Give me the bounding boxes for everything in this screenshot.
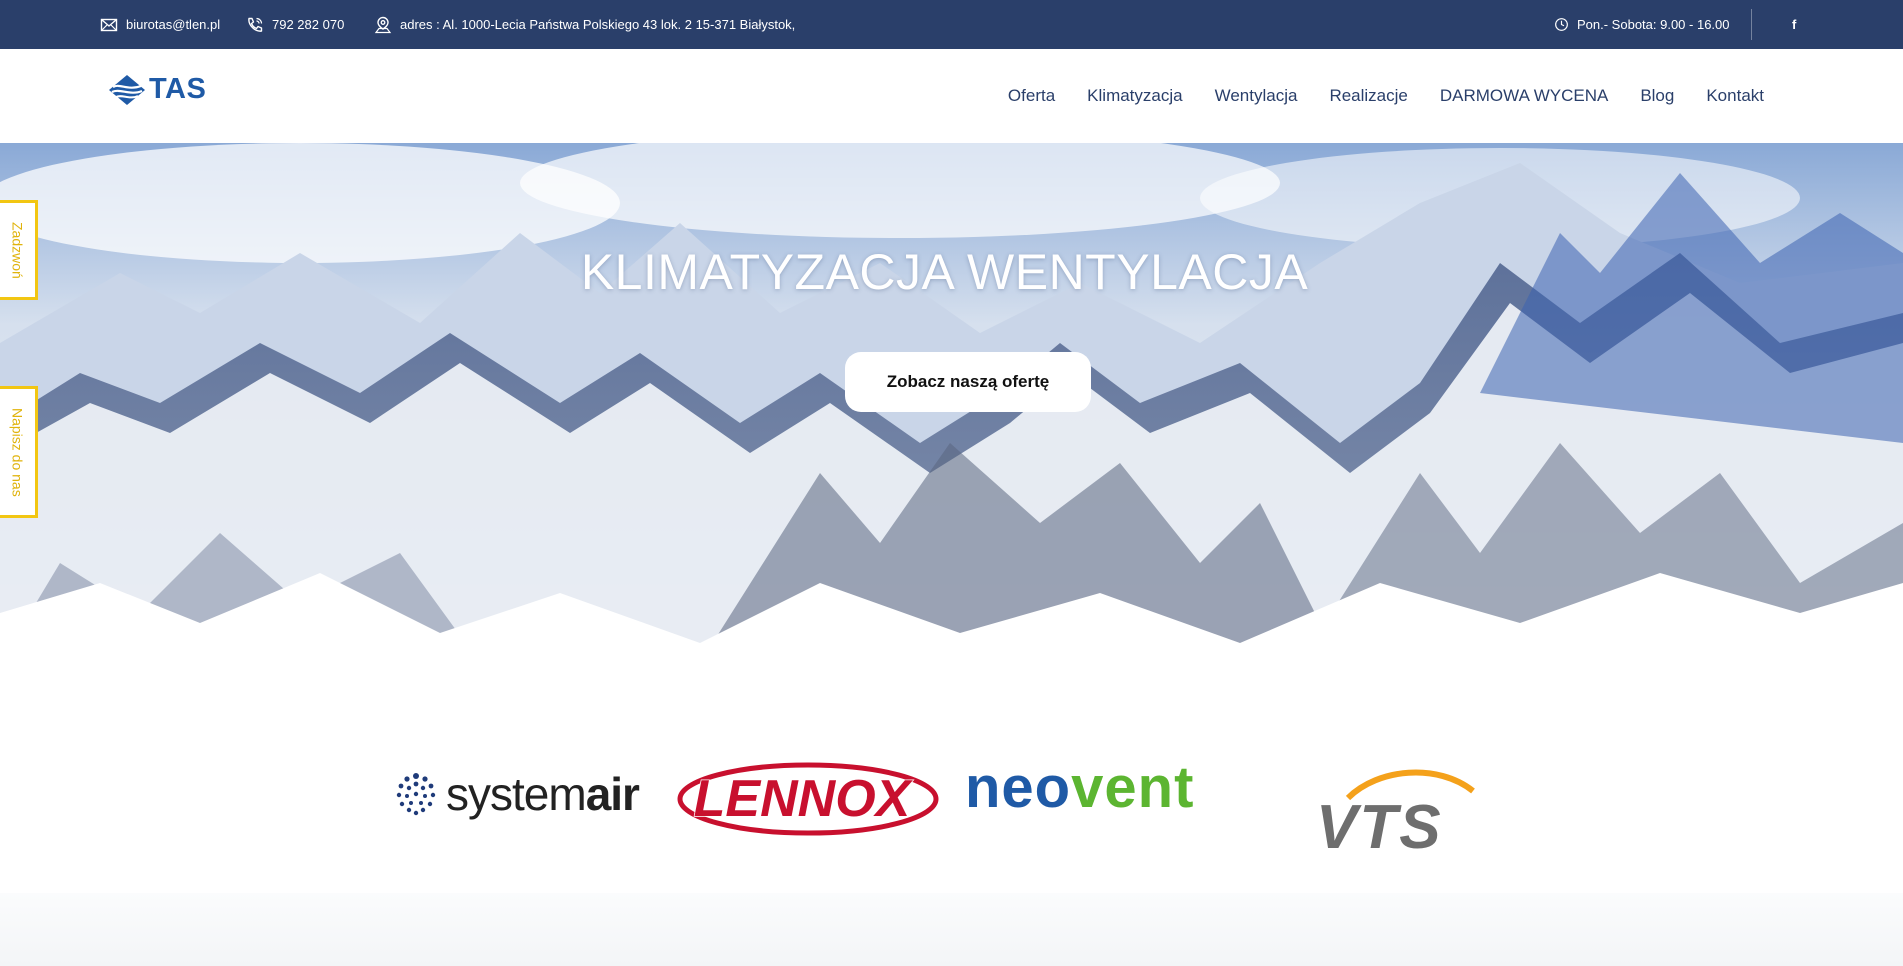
- lennox-logo[interactable]: LENNOX: [672, 761, 942, 841]
- systemair-bold-text: air: [585, 768, 640, 820]
- clock-icon: [1554, 17, 1569, 32]
- neovent-logo[interactable]: neovent: [965, 759, 1235, 829]
- write-to-us-tab[interactable]: Napisz do nas: [0, 386, 38, 518]
- neovent-blue-text: neo: [965, 759, 1071, 820]
- phone-icon: [246, 16, 264, 34]
- email-contact[interactable]: biurotas@tlen.pl: [100, 0, 220, 49]
- hero-title: KLIMATYZACJA WENTYLACJA: [580, 244, 1309, 300]
- logo[interactable]: TAS: [108, 73, 206, 106]
- nav-oferta[interactable]: Oferta: [1008, 86, 1055, 106]
- email-text: biurotas@tlen.pl: [126, 17, 221, 32]
- see-offer-button[interactable]: Zobacz naszą ofertę: [845, 352, 1091, 412]
- hours-text: Pon.- Sobota: 9.00 - 16.00: [1577, 17, 1730, 32]
- page: biurotas@tlen.pl 792 282 070 adres : Al.…: [0, 0, 1903, 966]
- logo-icon: [109, 74, 145, 105]
- neovent-green-text: vent: [1071, 759, 1194, 820]
- site-header: TAS Oferta Klimatyzacja Wentylacja Reali…: [0, 49, 1903, 143]
- hero-banner: KLIMATYZACJA WENTYLACJA Zobacz naszą ofe…: [0, 143, 1903, 663]
- nav-realizacje[interactable]: Realizacje: [1329, 86, 1407, 106]
- brand-logos: systemair LENNOX neovent VTS: [0, 663, 1903, 893]
- next-section-preview: [0, 893, 1903, 966]
- systemair-logo[interactable]: systemair: [394, 767, 640, 821]
- systemair-light-text: system: [446, 768, 587, 820]
- top-bar: biurotas@tlen.pl 792 282 070 adres : Al.…: [0, 0, 1903, 49]
- phone-text: 792 282 070: [272, 17, 345, 32]
- lennox-wordmark: LENNOX: [677, 762, 939, 836]
- nav-wentylacja[interactable]: Wentylacja: [1215, 86, 1298, 106]
- nav-darmowa-wycena[interactable]: DARMOWA WYCENA: [1440, 86, 1608, 106]
- vts-logo[interactable]: VTS: [1308, 763, 1478, 853]
- facebook-icon[interactable]: f: [1792, 0, 1796, 49]
- nav-blog[interactable]: Blog: [1640, 86, 1674, 106]
- write-tab-label: Napisz do nas: [9, 407, 26, 497]
- logo-text: TAS: [149, 73, 207, 105]
- nav-klimatyzacja[interactable]: Klimatyzacja: [1087, 86, 1182, 106]
- systemair-wordmark: systemair: [446, 767, 640, 821]
- main-nav: Oferta Klimatyzacja Wentylacja Realizacj…: [1008, 49, 1764, 143]
- location-icon: [374, 16, 392, 34]
- vts-wordmark: VTS: [1316, 769, 1475, 853]
- nav-kontakt[interactable]: Kontakt: [1706, 86, 1764, 106]
- phone-contact[interactable]: 792 282 070: [246, 0, 344, 49]
- svg-text:neovent: neovent: [965, 759, 1194, 820]
- opening-hours: Pon.- Sobota: 9.00 - 16.00: [1554, 0, 1730, 49]
- address-text: adres : Al. 1000-Lecia Państwa Polskiego…: [400, 17, 796, 32]
- lennox-text: LENNOX: [694, 770, 914, 828]
- call-tab-label: Zadzwoń: [9, 221, 26, 279]
- mail-icon: [100, 16, 118, 34]
- call-tab[interactable]: Zadzwoń: [0, 200, 38, 300]
- systemair-dots-icon: [396, 773, 436, 816]
- neovent-wordmark: neovent: [965, 759, 1194, 820]
- address-contact: adres : Al. 1000-Lecia Państwa Polskiego…: [374, 0, 795, 49]
- topbar-divider: [1751, 9, 1752, 40]
- vts-text: VTS: [1316, 793, 1443, 853]
